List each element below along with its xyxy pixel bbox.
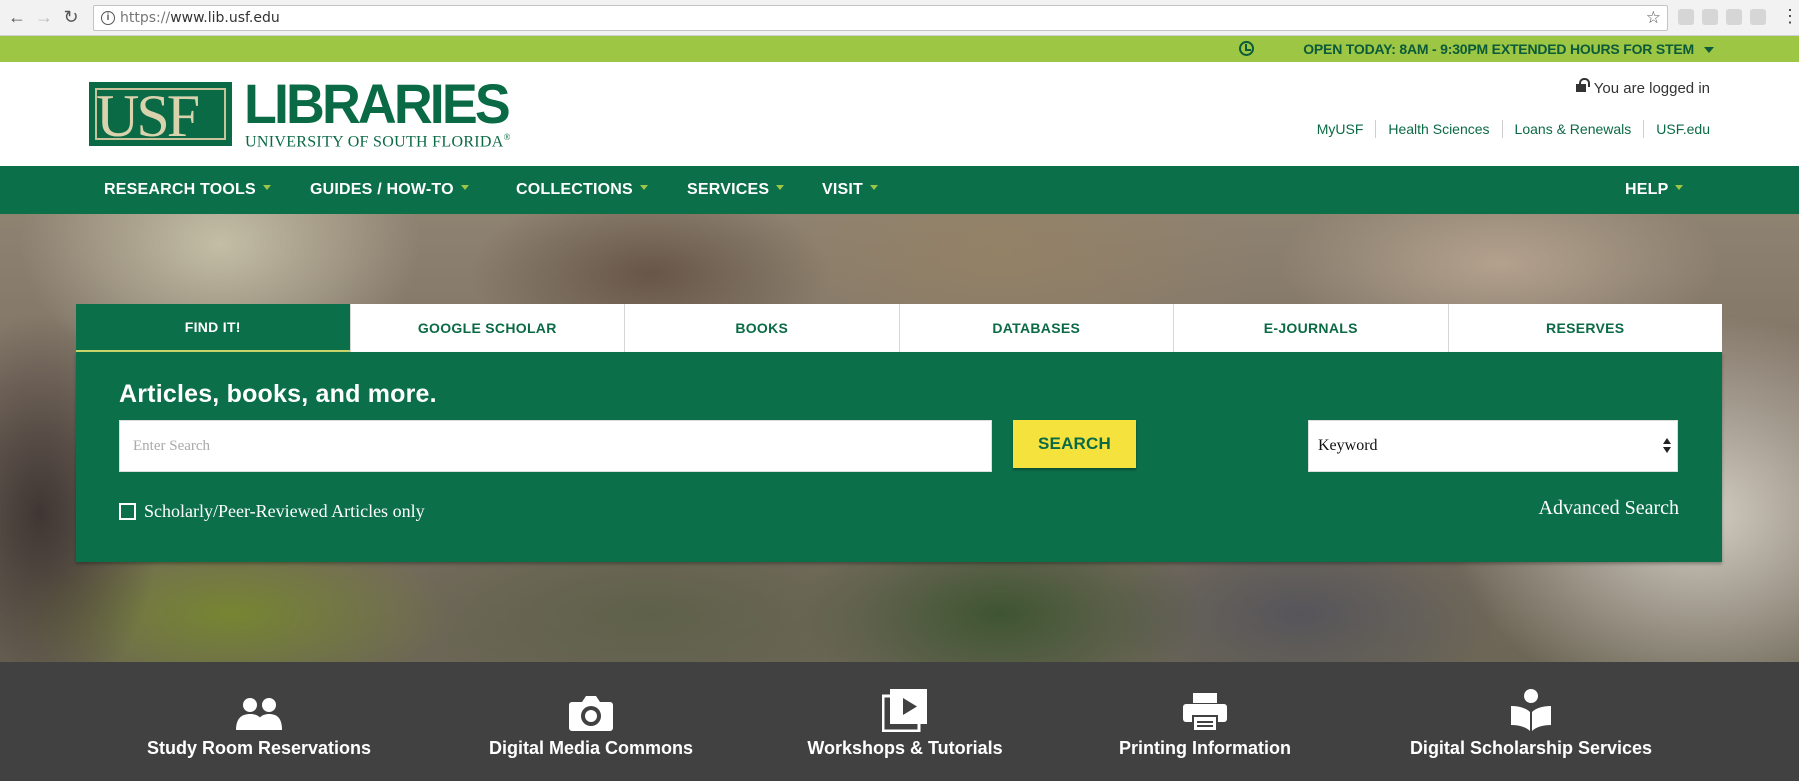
scholarly-checkbox-label[interactable]: Scholarly/Peer-Reviewed Articles only — [144, 501, 425, 522]
book-reader-icon — [1511, 689, 1551, 731]
tab-e-journals[interactable]: E-JOURNALS — [1173, 304, 1448, 352]
advanced-search-link[interactable]: Advanced Search — [1539, 497, 1680, 520]
hours-bar[interactable]: OPEN TODAY: 8AM - 9:30PM EXTENDED HOURS … — [0, 36, 1799, 62]
dropdown-arrow-icon — [1675, 185, 1684, 191]
utility-link-health-sciences[interactable]: Health Sciences — [1375, 120, 1501, 138]
login-status: You are logged in — [1575, 78, 1710, 97]
forward-arrow-icon[interactable]: → — [33, 6, 55, 28]
search-type-value: Keyword — [1318, 437, 1378, 454]
search-panel: Articles, books, and more. SEARCH Keywor… — [76, 352, 1722, 562]
scholarly-checkbox[interactable] — [119, 503, 136, 520]
logo-subtitle: UNIVERSITY OF SOUTH FLORIDA® — [245, 132, 511, 151]
logo-libraries-text[interactable]: LIBRARIES — [244, 76, 511, 132]
people-icon — [236, 698, 282, 730]
dropdown-arrow-icon — [460, 185, 469, 191]
main-nav: RESEARCH TOOLS GUIDES / HOW-TO COLLECTIO… — [0, 166, 1799, 214]
usf-logo[interactable]: USF — [89, 82, 232, 146]
quick-link-digital-media[interactable]: Digital Media Commons — [476, 688, 706, 759]
select-arrows-icon — [1663, 438, 1671, 454]
extension-icon[interactable] — [1726, 9, 1742, 25]
quick-links-bar: Study Room Reservations Digital Media Co… — [0, 662, 1799, 781]
tab-find-it[interactable]: FIND IT! — [76, 304, 350, 352]
extension-icon[interactable] — [1702, 9, 1718, 25]
site-header: USF LIBRARIES UNIVERSITY OF SOUTH FLORID… — [0, 62, 1799, 166]
utility-link-myusf[interactable]: MyUSF — [1305, 120, 1376, 138]
nav-visit[interactable]: VISIT — [822, 181, 879, 199]
quick-link-study-rooms[interactable]: Study Room Reservations — [139, 688, 379, 759]
browser-menu-icon[interactable]: ⋮ — [1781, 6, 1799, 27]
clock-icon — [1239, 41, 1254, 56]
reload-icon[interactable]: ↻ — [60, 6, 82, 28]
extension-icon[interactable] — [1678, 9, 1694, 25]
quick-link-digital-scholarship[interactable]: Digital Scholarship Services — [1400, 688, 1662, 759]
back-arrow-icon[interactable]: ← — [6, 6, 28, 28]
chevron-down-icon[interactable] — [1704, 47, 1714, 53]
address-bar[interactable]: i https://www.lib.usf.edu ☆ — [93, 5, 1668, 31]
search-type-select[interactable]: Keyword — [1308, 420, 1678, 472]
unlock-icon — [1575, 78, 1590, 92]
search-tabs: FIND IT! GOOGLE SCHOLAR BOOKS DATABASES … — [76, 304, 1722, 352]
dropdown-arrow-icon — [870, 185, 879, 191]
search-input[interactable] — [119, 420, 992, 472]
search-headline: Articles, books, and more. — [119, 380, 437, 408]
camera-icon — [569, 696, 613, 731]
nav-research-tools[interactable]: RESEARCH TOOLS — [104, 181, 271, 199]
quick-link-workshops[interactable]: Workshops & Tutorials — [795, 688, 1015, 759]
tab-reserves[interactable]: RESERVES — [1447, 304, 1723, 352]
extension-icon[interactable] — [1750, 9, 1766, 25]
scholarly-filter[interactable]: Scholarly/Peer-Reviewed Articles only — [119, 501, 425, 522]
nav-help[interactable]: HELP — [1625, 181, 1684, 199]
nav-services[interactable]: SERVICES — [687, 181, 785, 199]
tab-books[interactable]: BOOKS — [624, 304, 899, 352]
dropdown-arrow-icon — [262, 185, 271, 191]
browser-toolbar: ← → ↻ i https://www.lib.usf.edu ☆ ⋮ — [0, 0, 1799, 36]
utility-link-usf-edu[interactable]: USF.edu — [1643, 120, 1710, 138]
info-icon[interactable]: i — [101, 11, 115, 25]
dropdown-arrow-icon — [776, 185, 785, 191]
nav-guides-how-to[interactable]: GUIDES / HOW-TO — [310, 181, 469, 199]
video-play-icon — [882, 689, 927, 732]
printer-icon — [1183, 693, 1227, 732]
dropdown-arrow-icon — [639, 185, 648, 191]
search-button[interactable]: SEARCH — [1013, 420, 1136, 468]
nav-collections[interactable]: COLLECTIONS — [516, 181, 648, 199]
hours-text[interactable]: OPEN TODAY: 8AM - 9:30PM EXTENDED HOURS … — [1303, 41, 1694, 57]
utility-link-loans-renewals[interactable]: Loans & Renewals — [1501, 120, 1644, 138]
utility-nav: MyUSF Health Sciences Loans & Renewals U… — [1305, 120, 1710, 138]
tab-databases[interactable]: DATABASES — [898, 304, 1174, 352]
logo-usf-text: USF — [96, 83, 200, 149]
url-text: https://www.lib.usf.edu — [120, 10, 280, 26]
tab-google-scholar[interactable]: GOOGLE SCHOLAR — [349, 304, 625, 352]
bookmark-star-icon[interactable]: ☆ — [1646, 8, 1661, 28]
quick-link-printing[interactable]: Printing Information — [1105, 688, 1305, 759]
